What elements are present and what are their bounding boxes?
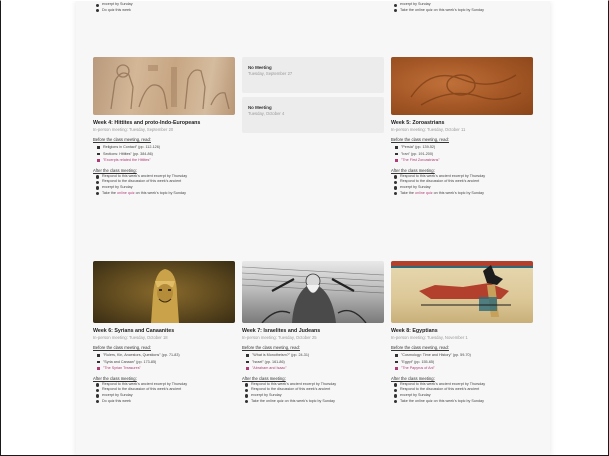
after-item: Take the online quiz on this week's topi… — [242, 399, 384, 405]
reading-link[interactable]: "The Syrian Treasures" — [93, 365, 235, 372]
syrian-figurine-image — [93, 261, 235, 323]
after-item: Take the online quiz on this week's topi… — [391, 191, 533, 197]
previous-week-fragment: excerpt by Sunday Take the online quiz o… — [391, 1, 533, 13]
meeting-date: In-person meeting: Tuesday, October 11 — [391, 127, 466, 132]
reading-item[interactable]: Religions in Contact" (pp. 112-126) — [93, 144, 235, 151]
hittite-relief-image — [93, 57, 235, 115]
moses-engraving-image — [242, 261, 384, 323]
readings-list: "Rulers, Kin, Ancestors, Questions" (pp.… — [93, 352, 235, 372]
online-quiz-link[interactable]: online quiz — [415, 191, 433, 195]
before-label: Before the class meeting, read: — [391, 345, 449, 350]
before-label: Before the class meeting, read: — [242, 345, 300, 350]
no-meeting-date: Tuesday, September 27 — [248, 71, 293, 76]
meeting-date: In-person meeting: Tuesday, November 1 — [391, 335, 468, 340]
after-list: Respond to this week's ancient excerpt b… — [93, 174, 235, 196]
after-list: Respond to this week's ancient excerpt b… — [242, 382, 384, 404]
readings-list: Religions in Contact" (pp. 112-126) Sect… — [93, 144, 235, 164]
no-meeting-date: Tuesday, October 4 — [248, 111, 285, 116]
reading-item[interactable]: "Rulers, Kin, Ancestors, Questions" (pp.… — [93, 352, 235, 359]
online-quiz-link[interactable]: online quiz — [117, 191, 135, 195]
meeting-date: In-person meeting: Tuesday, October 25 — [242, 335, 317, 340]
meeting-date: In-person meeting: Tuesday, September 20 — [93, 127, 174, 132]
week-card-6: Week 6: Syrians and Canaanites In-person… — [93, 261, 235, 404]
week-title: Week 4: Hittites and proto-Indo-European… — [93, 120, 201, 126]
reading-link[interactable]: "Excerpts related the Hittites" — [93, 157, 235, 164]
meeting-date: In-person meeting: Tuesday, October 18 — [93, 335, 168, 340]
week-title: Week 8: Egyptians — [391, 328, 438, 334]
reading-item[interactable]: "Iran" (pp. 191-200) — [391, 151, 533, 158]
week-card-8: Week 8: Egyptians In-person meeting: Tue… — [391, 261, 533, 404]
screenshot-frame: excerpt by Sunday Do quiz this week exce… — [0, 0, 609, 456]
reading-link[interactable]: "The First Zoroastrians" — [391, 157, 533, 164]
reading-item[interactable]: "What is Monotheism?" (pp. 24-31) — [242, 352, 384, 359]
no-meeting-title: No Meeting — [248, 105, 272, 110]
week-card-7: Week 7: Israelites and Judeans In-person… — [242, 261, 384, 404]
after-item: Take the online quiz on this week's topi… — [391, 399, 533, 405]
after-list: Respond to this week's ancient excerpt b… — [391, 174, 533, 196]
after-list: Respond to this week's ancient excerpt b… — [93, 382, 235, 404]
week-title: Week 5: Zoroastrians — [391, 120, 445, 126]
reading-item[interactable]: Sections: Hittites" (pp. 384-86) — [93, 151, 235, 158]
reading-link[interactable]: "The Papyrus of Ani" — [391, 365, 533, 372]
readings-list: "Cosmology: Time and History" (pp. 59-70… — [391, 352, 533, 372]
fragment-line: Take the online quiz on this week's topi… — [391, 8, 533, 14]
reading-item[interactable]: "Israel" (pp. 161-86) — [242, 359, 384, 366]
readings-list: "Persia" (pp. 139-52) "Iran" (pp. 191-20… — [391, 144, 533, 164]
week-title: Week 6: Syrians and Canaanites — [93, 328, 175, 334]
reading-item[interactable]: "Cosmology: Time and History" (pp. 59-70… — [391, 352, 533, 359]
after-list: Respond to this week's ancient excerpt b… — [391, 382, 533, 404]
before-label: Before the class meeting, read: — [93, 345, 151, 350]
no-meeting-card: No Meeting Tuesday, October 4 — [242, 97, 384, 133]
zoroastrian-relief-image — [391, 57, 533, 115]
week-card-5: Week 5: Zoroastrians In-person meeting: … — [391, 57, 533, 196]
syllabus-page: excerpt by Sunday Do quiz this week exce… — [76, 1, 550, 455]
week-title: Week 7: Israelites and Judeans — [242, 328, 321, 334]
previous-week-fragment: excerpt by Sunday Do quiz this week — [93, 1, 235, 13]
no-meeting-title: No Meeting — [248, 65, 272, 70]
reading-item[interactable]: "Persia" (pp. 139-52) — [391, 144, 533, 151]
reading-item[interactable]: "Syria and Canaan" (pp. 173-85) — [93, 359, 235, 366]
after-item: Take the online quiz on this week's topi… — [93, 191, 235, 197]
fragment-line: Do quiz this week — [93, 8, 235, 14]
after-item: Do quiz this week — [93, 399, 235, 405]
reading-item[interactable]: "Egypt" (pp. 155-65) — [391, 359, 533, 366]
before-label: Before the class meeting, read: — [93, 137, 151, 142]
no-meeting-card: No Meeting Tuesday, September 27 — [242, 57, 384, 93]
readings-list: "What is Monotheism?" (pp. 24-31) "Israe… — [242, 352, 384, 372]
week-card-4: Week 4: Hittites and proto-Indo-European… — [93, 57, 235, 196]
before-label: Before the class meeting, read: — [391, 137, 449, 142]
anubis-painting-image — [391, 261, 533, 323]
reading-link[interactable]: "Abraham and Isaac" — [242, 365, 384, 372]
